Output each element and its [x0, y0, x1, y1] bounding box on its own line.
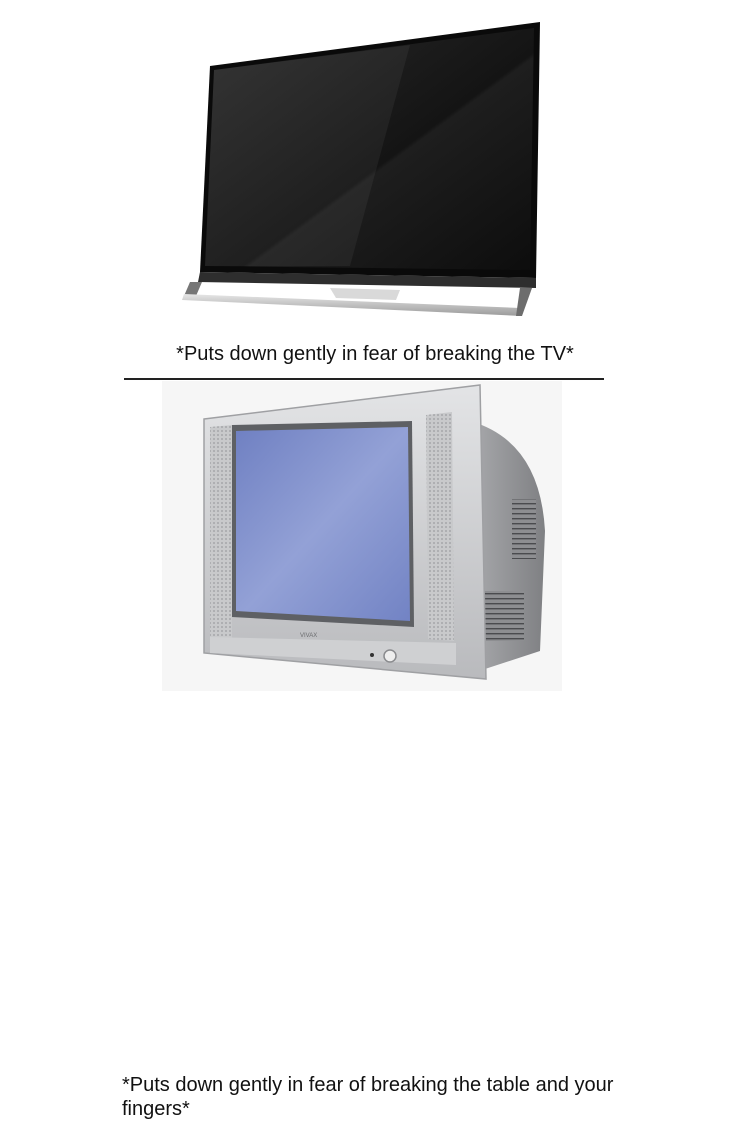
crt-tv-image: VIVAX: [162, 381, 562, 691]
flat-screen-tv-image: [182, 22, 540, 316]
top-caption: *Puts down gently in fear of breaking th…: [176, 343, 574, 365]
bottom-caption: *Puts down gently in fear of breaking th…: [122, 1074, 614, 1120]
top-panel: *Puts down gently in fear of breaking th…: [0, 0, 750, 380]
panel-divider: [124, 378, 604, 380]
bottom-panel: VIVAX *Puts down gently in fear of break…: [0, 381, 750, 1120]
crt-brand-label: VIVAX: [300, 633, 317, 639]
